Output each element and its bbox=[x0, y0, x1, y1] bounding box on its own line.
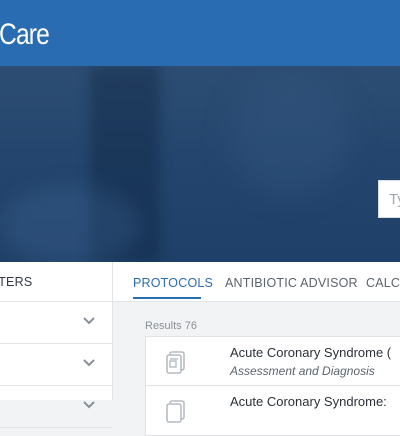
results-count: Results 76 bbox=[145, 320, 197, 332]
hero-shade bbox=[230, 76, 350, 196]
protocol-title: Acute Coronary Syndrome: bbox=[230, 394, 387, 409]
chevron-down-icon[interactable] bbox=[82, 314, 96, 328]
filter-row[interactable] bbox=[0, 386, 112, 428]
hero-banner bbox=[0, 66, 400, 262]
chevron-down-icon[interactable] bbox=[82, 398, 96, 412]
list-item[interactable]: Acute Coronary Syndrome ( Assessment and… bbox=[145, 336, 400, 386]
list-item[interactable]: Acute Coronary Syndrome: bbox=[145, 386, 400, 436]
main-content: PROTOCOLS ANTIBIOTIC ADVISOR CALCU Resul… bbox=[113, 262, 400, 436]
protocol-title: Acute Coronary Syndrome ( bbox=[230, 345, 392, 360]
app-header: Care bbox=[0, 0, 400, 66]
protocol-subtitle: Assessment and Diagnosis bbox=[230, 364, 375, 378]
filters-panel: LTERS bbox=[0, 262, 113, 428]
tab-bar: PROTOCOLS ANTIBIOTIC ADVISOR CALCU bbox=[113, 262, 400, 302]
tab-calculators[interactable]: CALCU bbox=[366, 276, 400, 290]
active-tab-indicator bbox=[133, 297, 201, 299]
filter-row[interactable] bbox=[0, 302, 112, 344]
hero-shade bbox=[0, 186, 140, 262]
tab-antibiotic-advisor[interactable]: ANTIBIOTIC ADVISOR bbox=[225, 276, 358, 290]
filters-title: LTERS bbox=[0, 274, 33, 289]
search-box[interactable] bbox=[378, 180, 400, 218]
document-icon bbox=[166, 351, 185, 374]
brand-title[interactable]: Care bbox=[0, 18, 50, 52]
filters-header: LTERS bbox=[0, 262, 112, 302]
filter-row[interactable] bbox=[0, 344, 112, 386]
document-icon bbox=[166, 400, 185, 423]
protocol-list: Acute Coronary Syndrome ( Assessment and… bbox=[145, 336, 400, 436]
chevron-down-icon[interactable] bbox=[82, 356, 96, 370]
tab-protocols[interactable]: PROTOCOLS bbox=[133, 276, 213, 290]
search-input[interactable] bbox=[379, 181, 400, 217]
